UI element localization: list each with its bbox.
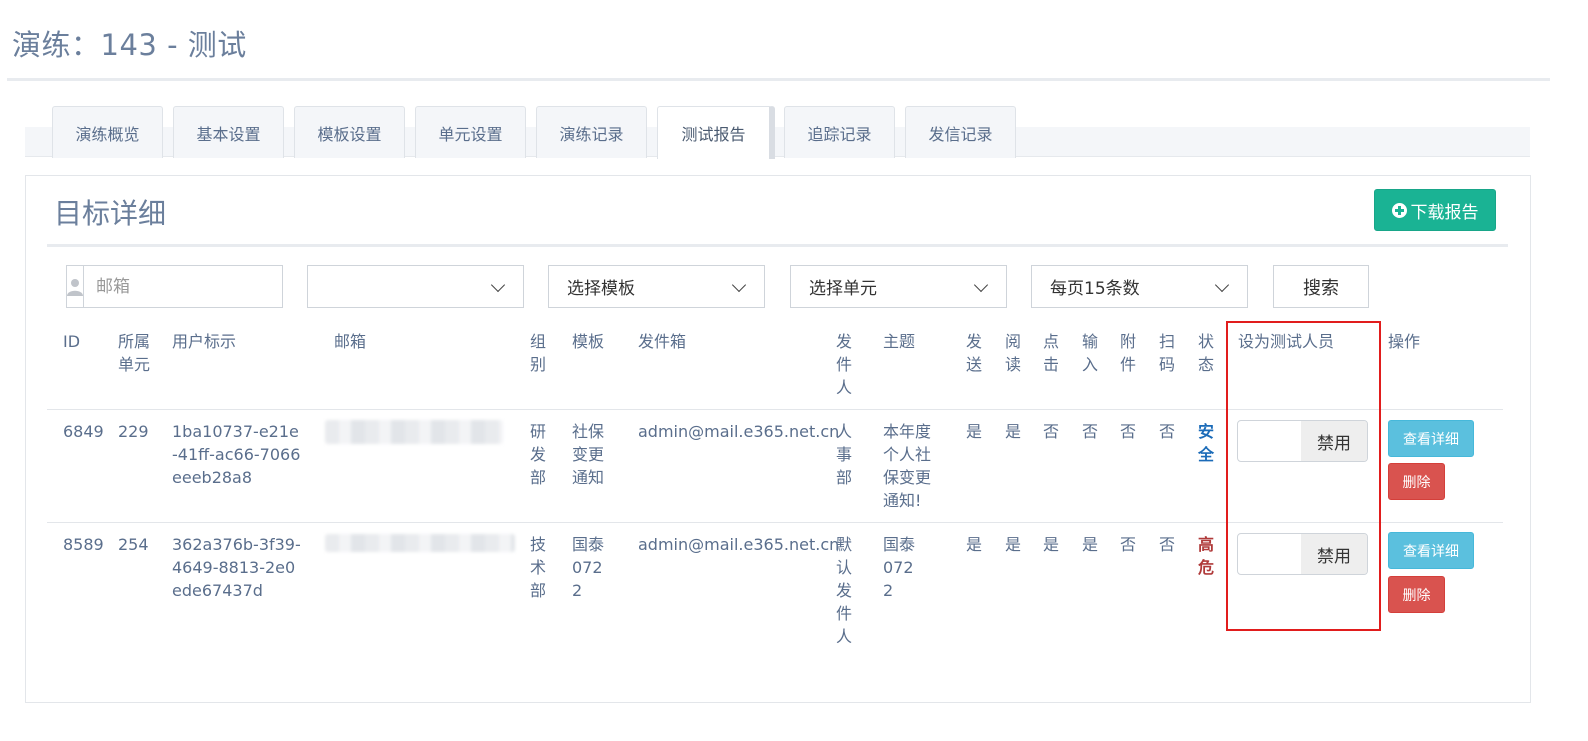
header-read: 阅读 bbox=[1005, 332, 1022, 374]
header-unit: 所属单元 bbox=[118, 332, 151, 374]
tab-test-report[interactable]: 测试报告 bbox=[657, 106, 775, 159]
row2-view-detail-button[interactable]: 查看详细 bbox=[1388, 532, 1474, 569]
email-search-field bbox=[66, 265, 317, 308]
row1-user-tag: 1ba10737-e21e-41ff-ac66-7066eeeb28a8 bbox=[172, 422, 301, 487]
unit-select-value: 选择单元 bbox=[809, 279, 877, 299]
row1-scan: 否 bbox=[1159, 422, 1176, 441]
row2-read: 是 bbox=[1005, 535, 1022, 554]
header-sender: 发件人 bbox=[836, 332, 853, 397]
download-report-label: 下载报告 bbox=[1410, 202, 1479, 223]
row1-input: 否 bbox=[1082, 422, 1099, 441]
tab-sending-records[interactable]: 发信记录 bbox=[905, 106, 1016, 158]
row2-delete-button[interactable]: 删除 bbox=[1388, 576, 1445, 613]
row1-tester-toggle[interactable]: 禁用 bbox=[1237, 420, 1368, 462]
panel-divider bbox=[47, 244, 1508, 247]
title-divider bbox=[7, 78, 1550, 81]
header-divider bbox=[47, 409, 1503, 410]
tab-tracking-records[interactable]: 追踪记录 bbox=[784, 106, 895, 158]
chevron-down-icon bbox=[973, 277, 989, 293]
download-report-button[interactable]: 下载报告 bbox=[1374, 189, 1496, 231]
tab-overview[interactable]: 演练概览 bbox=[52, 106, 163, 158]
chevron-down-icon bbox=[490, 277, 506, 293]
row1-toggle-label: 禁用 bbox=[1301, 421, 1367, 461]
row1-sender: 人事部 bbox=[836, 422, 853, 487]
email-input[interactable] bbox=[84, 266, 317, 307]
header-status: 状态 bbox=[1198, 332, 1215, 374]
header-set-tester: 设为测试人员 bbox=[1238, 332, 1335, 351]
header-attachment: 附件 bbox=[1120, 332, 1137, 374]
row2-sent: 是 bbox=[966, 535, 983, 554]
row2-attachment: 否 bbox=[1120, 535, 1137, 554]
row1-attachment: 否 bbox=[1120, 422, 1137, 441]
row-divider bbox=[47, 522, 1503, 523]
panel-title: 目标详细 bbox=[54, 197, 167, 230]
zoom-in-icon bbox=[1391, 202, 1407, 218]
tab-unit-settings[interactable]: 单元设置 bbox=[415, 106, 526, 158]
template-select-value: 选择模板 bbox=[567, 279, 635, 299]
chevron-down-icon bbox=[1214, 277, 1230, 293]
row1-id: 6849 bbox=[63, 422, 104, 441]
row1-click: 否 bbox=[1043, 422, 1060, 441]
search-button[interactable]: 搜索 bbox=[1273, 265, 1369, 308]
header-group: 组别 bbox=[530, 332, 547, 374]
row2-tester-toggle[interactable]: 禁用 bbox=[1237, 533, 1368, 575]
row2-scan: 否 bbox=[1159, 535, 1176, 554]
row2-template: 国泰0722 bbox=[572, 535, 605, 600]
page-size-select[interactable]: 每页15条数 bbox=[1031, 265, 1248, 308]
row1-group: 研发部 bbox=[530, 422, 547, 487]
header-sent: 发送 bbox=[966, 332, 983, 374]
header-sender-box: 发件箱 bbox=[638, 332, 687, 351]
template-select[interactable]: 选择模板 bbox=[548, 265, 765, 308]
row1-sent: 是 bbox=[966, 422, 983, 441]
row1-status: 安全 bbox=[1198, 422, 1215, 464]
row2-user-tag: 362a376b-3f39-4649-8813-2e0ede67437d bbox=[172, 535, 301, 600]
row2-click: 是 bbox=[1043, 535, 1060, 554]
row2-subject: 国泰0722 bbox=[883, 535, 916, 600]
header-email: 邮箱 bbox=[334, 332, 367, 351]
header-operations: 操作 bbox=[1388, 332, 1421, 351]
chevron-down-icon bbox=[731, 277, 747, 293]
header-subject: 主题 bbox=[883, 332, 916, 351]
tab-drill-records[interactable]: 演练记录 bbox=[536, 106, 647, 158]
page-title: 演练：143 - 测试 bbox=[12, 28, 247, 62]
header-click: 点击 bbox=[1043, 332, 1060, 374]
row1-sender-box: admin@mail.e365.net.cn bbox=[638, 422, 840, 441]
page-size-select-value: 每页15条数 bbox=[1050, 279, 1140, 299]
row2-input: 是 bbox=[1082, 535, 1099, 554]
row1-unit: 229 bbox=[118, 422, 149, 441]
row2-email-redacted bbox=[325, 534, 515, 552]
row1-subject: 本年度个人社保变更通知! bbox=[883, 422, 932, 510]
row1-view-detail-button[interactable]: 查看详细 bbox=[1388, 420, 1474, 457]
row2-unit: 254 bbox=[118, 535, 149, 554]
tab-basic-settings[interactable]: 基本设置 bbox=[173, 106, 284, 158]
header-id: ID bbox=[63, 332, 81, 351]
row2-sender-box: admin@mail.e365.net.cn bbox=[638, 535, 840, 554]
group-select[interactable] bbox=[307, 265, 524, 308]
row1-delete-button[interactable]: 删除 bbox=[1388, 463, 1445, 500]
row1-read: 是 bbox=[1005, 422, 1022, 441]
row2-status: 高危 bbox=[1198, 535, 1215, 577]
header-template: 模板 bbox=[572, 332, 605, 351]
row2-toggle-label: 禁用 bbox=[1301, 534, 1367, 574]
header-scan: 扫码 bbox=[1159, 332, 1176, 374]
row2-group: 技术部 bbox=[530, 535, 547, 600]
user-icon bbox=[67, 266, 84, 307]
row1-email-redacted bbox=[325, 420, 503, 444]
header-input: 输入 bbox=[1082, 332, 1099, 374]
row1-template: 社保变更通知 bbox=[572, 422, 605, 487]
row2-sender: 默认发件人 bbox=[836, 535, 853, 646]
tab-template-settings[interactable]: 模板设置 bbox=[294, 106, 405, 158]
header-user-tag: 用户标示 bbox=[172, 332, 237, 351]
unit-select[interactable]: 选择单元 bbox=[790, 265, 1007, 308]
row2-id: 8589 bbox=[63, 535, 104, 554]
